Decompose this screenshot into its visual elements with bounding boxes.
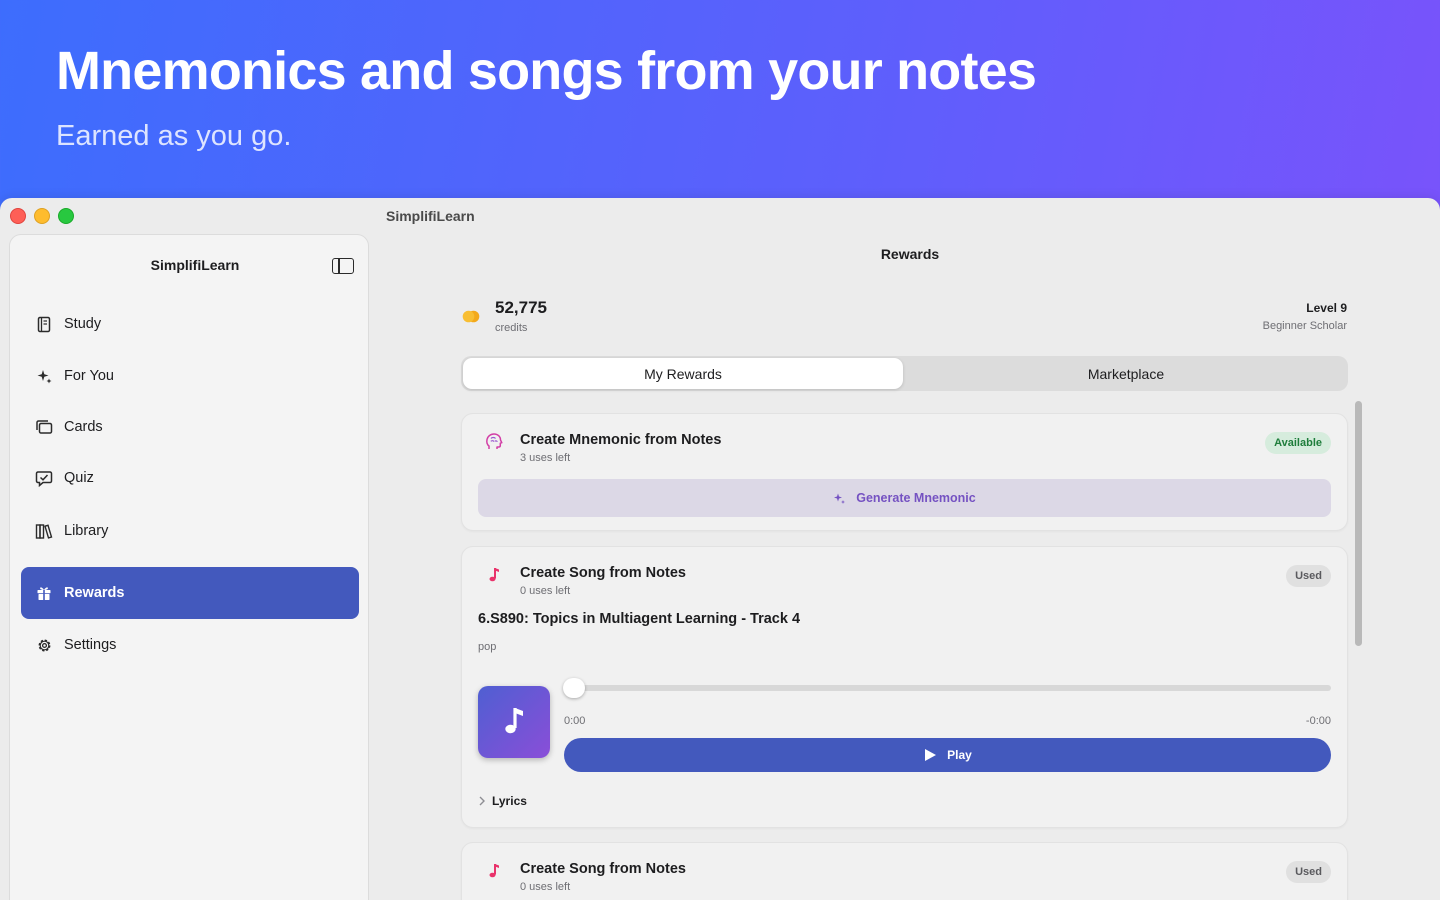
lyrics-label: Lyrics — [492, 794, 527, 808]
credits-value: 52,775 — [495, 298, 547, 317]
reward-card-song: Create Song from Notes 0 uses left Used … — [461, 546, 1348, 828]
cards-icon — [35, 418, 53, 436]
sidebar-item-for-you[interactable]: For You — [21, 351, 359, 401]
track-genre: pop — [478, 641, 497, 653]
sidebar-item-label: Cards — [64, 419, 103, 435]
reward-title: Create Song from Notes — [520, 861, 686, 877]
album-art — [478, 686, 550, 758]
scrollbar[interactable] — [1355, 401, 1362, 646]
time-elapsed: 0:00 — [564, 715, 586, 727]
sidebar-item-label: Quiz — [64, 470, 94, 486]
reward-title: Create Mnemonic from Notes — [520, 432, 722, 448]
sidebar-toggle-icon[interactable] — [332, 258, 354, 274]
reward-uses-left: 3 uses left — [520, 452, 571, 464]
sidebar-item-label: For You — [64, 368, 114, 384]
reward-uses-left: 0 uses left — [520, 585, 571, 597]
track-title: 6.S890: Topics in Multiagent Learning - … — [478, 611, 801, 627]
zoom-window-button[interactable] — [58, 208, 74, 224]
music-note-icon — [484, 565, 504, 585]
sidebar-item-study[interactable]: Study — [21, 299, 359, 349]
generate-mnemonic-label: Generate Mnemonic — [856, 491, 976, 505]
book-icon — [35, 315, 53, 333]
minimize-window-button[interactable] — [34, 208, 50, 224]
play-button[interactable]: Play — [564, 738, 1331, 772]
sidebar-item-cards[interactable]: Cards — [21, 402, 359, 452]
credits-label: credits — [495, 322, 528, 334]
time-remaining: -0:00 — [1305, 715, 1331, 727]
sidebar-item-settings[interactable]: Settings — [21, 620, 359, 670]
sidebar-item-quiz[interactable]: Quiz — [21, 453, 359, 503]
status-badge: Used — [1286, 565, 1331, 587]
coin-icon — [462, 310, 480, 323]
generate-mnemonic-button[interactable]: Generate Mnemonic — [478, 479, 1331, 517]
sparkles-icon — [35, 367, 53, 385]
sidebar-item-rewards[interactable]: Rewards — [21, 567, 359, 619]
chevron-right-icon — [479, 796, 485, 806]
status-badge: Used — [1286, 861, 1331, 883]
hero-title: Mnemonics and songs from your notes — [56, 41, 1037, 101]
gift-icon — [35, 584, 53, 602]
reward-title: Create Song from Notes — [520, 565, 686, 581]
sidebar-title: SimplifiLearn — [150, 257, 240, 273]
sidebar-item-label: Library — [64, 523, 109, 539]
window-controls — [10, 208, 74, 224]
rewards-tab-control: My Rewards Marketplace — [461, 356, 1348, 391]
brain-head-icon — [484, 432, 504, 452]
sidebar-item-label: Rewards — [64, 585, 125, 601]
gear-icon — [35, 636, 53, 654]
tab-marketplace[interactable]: Marketplace — [906, 358, 1346, 389]
window-title: SimplifiLearn — [386, 208, 475, 224]
reward-uses-left: 0 uses left — [520, 881, 571, 893]
sidebar-item-label: Study — [64, 316, 102, 332]
page-title: Rewards — [880, 246, 940, 262]
sparkles-icon — [834, 493, 846, 504]
close-window-button[interactable] — [10, 208, 26, 224]
hero-subtitle: Earned as you go. — [56, 120, 292, 152]
sidebar-item-label: Settings — [64, 637, 117, 653]
level-subtitle: Beginner Scholar — [1262, 320, 1347, 332]
play-label: Play — [947, 748, 972, 762]
music-note-icon — [484, 861, 504, 881]
lyrics-disclosure[interactable]: Lyrics — [478, 794, 527, 808]
status-badge: Available — [1265, 432, 1331, 454]
reward-card-mnemonic: Create Mnemonic from Notes 3 uses left A… — [461, 413, 1348, 531]
app-window: SimplifiLearn SimplifiLearn Study For Yo… — [0, 198, 1440, 900]
quiz-bubble-icon — [35, 469, 53, 487]
music-note-icon — [505, 708, 523, 734]
playback-progress-slider[interactable] — [564, 685, 1331, 691]
tab-my-rewards[interactable]: My Rewards — [463, 358, 903, 389]
library-icon — [35, 522, 53, 540]
playback-slider-handle[interactable] — [563, 678, 585, 698]
play-icon — [925, 749, 937, 761]
level-title: Level 9 — [1306, 301, 1347, 315]
sidebar-item-library[interactable]: Library — [21, 506, 359, 556]
reward-card-song: Create Song from Notes 0 uses left Used — [461, 842, 1348, 900]
sidebar: SimplifiLearn Study For You Cards Quiz L… — [9, 234, 369, 900]
